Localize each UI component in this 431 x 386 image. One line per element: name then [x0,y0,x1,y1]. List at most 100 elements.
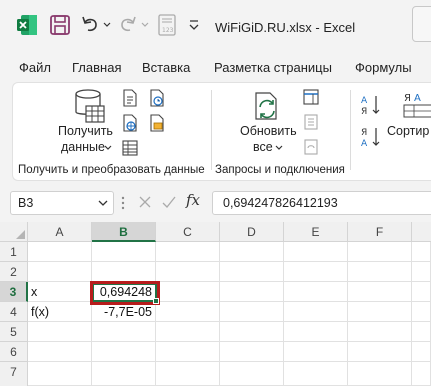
refresh-all-label-2[interactable]: все [253,140,273,154]
empty-cell[interactable] [412,242,431,262]
empty-cell[interactable] [156,362,220,386]
empty-cell[interactable] [412,342,431,362]
tab-home[interactable]: Главная [72,60,121,75]
undo-dropdown-icon[interactable] [103,22,111,28]
row-header-3[interactable]: 3 [0,282,28,302]
customize-toolbar-icon[interactable] [188,20,200,30]
empty-cell[interactable] [348,302,412,322]
column-header-f[interactable]: F [348,222,412,242]
empty-cell[interactable] [348,242,412,262]
worksheet-grid[interactable]: A B C D E F 1 2 3 4 5 6 7 x f(x) 0,69424… [0,222,431,386]
empty-cell[interactable] [348,342,412,362]
empty-cell[interactable] [220,242,284,262]
tab-file[interactable]: Файл [19,60,51,75]
from-web-icon[interactable] [122,114,138,132]
row-header-4[interactable]: 4 [0,302,28,322]
empty-cell[interactable] [92,322,156,342]
search-box[interactable] [412,6,431,42]
empty-cell[interactable] [284,342,348,362]
empty-cell[interactable] [220,282,284,302]
empty-cell[interactable] [28,242,92,262]
formula-input[interactable]: 0,694247826412193 [212,191,431,215]
empty-cell[interactable] [156,342,220,362]
recent-sources-icon[interactable] [149,89,165,107]
get-data-chevron-icon[interactable] [104,145,112,151]
tab-formulas[interactable]: Формулы [355,60,412,75]
row-header-7[interactable]: 7 [0,362,28,386]
undo-icon[interactable] [80,14,100,34]
empty-cell[interactable] [284,282,348,302]
empty-cell[interactable] [220,322,284,342]
refresh-all-icon[interactable] [250,89,284,123]
existing-connections-icon[interactable] [149,114,165,132]
empty-cell[interactable] [92,362,156,386]
empty-cell[interactable] [412,362,431,386]
properties-icon[interactable] [303,114,319,130]
redo-dropdown-icon[interactable] [141,22,149,28]
sort-label[interactable]: Сортир [387,124,429,138]
sort-a-to-z-icon[interactable]: А Я [360,94,382,116]
cancel-entry-icon[interactable] [138,195,152,209]
empty-cell[interactable] [284,362,348,386]
form-icon[interactable]: 123 [158,14,176,36]
sort-z-to-a-icon[interactable]: Я А [360,126,382,148]
empty-cell[interactable] [412,322,431,342]
empty-cell[interactable] [412,282,431,302]
empty-cell[interactable] [348,262,412,282]
empty-cell[interactable] [28,342,92,362]
fill-handle[interactable] [153,298,159,304]
queries-connections-icon[interactable] [303,89,319,105]
empty-cell[interactable] [156,282,220,302]
get-data-label-2[interactable]: данные [61,140,105,154]
empty-cell[interactable] [220,342,284,362]
column-header-c[interactable]: C [156,222,220,242]
database-table-icon[interactable] [72,88,106,124]
column-header-g[interactable] [412,222,431,242]
row-header-1[interactable]: 1 [0,242,28,262]
column-header-b[interactable]: B [92,222,156,242]
tab-insert[interactable]: Вставка [142,60,190,75]
name-box[interactable]: B3 [10,191,114,215]
empty-cell[interactable] [156,322,220,342]
empty-cell[interactable] [156,262,220,282]
empty-cell[interactable] [284,302,348,322]
empty-cell[interactable] [412,262,431,282]
empty-cell[interactable] [156,242,220,262]
column-header-a[interactable]: A [28,222,92,242]
empty-cell[interactable] [92,242,156,262]
row-header-2[interactable]: 2 [0,262,28,282]
empty-cell[interactable] [220,262,284,282]
select-all-corner[interactable] [0,222,28,242]
redo-icon[interactable] [118,14,138,34]
edit-links-icon[interactable] [303,139,319,155]
empty-cell[interactable] [28,262,92,282]
empty-cell[interactable] [284,322,348,342]
name-box-chevron-icon[interactable] [98,199,108,207]
save-icon[interactable] [49,14,71,36]
empty-cell[interactable] [284,242,348,262]
from-text-csv-icon[interactable] [122,89,138,107]
empty-cell[interactable] [28,362,92,386]
get-data-label[interactable]: Получить [58,124,113,138]
empty-cell[interactable] [348,322,412,342]
empty-cell[interactable] [348,282,412,302]
empty-cell[interactable] [156,302,220,322]
confirm-entry-icon[interactable] [161,194,177,210]
empty-cell[interactable] [220,302,284,322]
cell-b4[interactable]: -7,7E-05 [92,302,156,322]
tab-page-layout[interactable]: Разметка страницы [214,60,332,75]
empty-cell[interactable] [92,262,156,282]
empty-cell[interactable] [92,342,156,362]
sort-dialog-icon[interactable]: Я А [400,89,431,119]
empty-cell[interactable] [412,302,431,322]
cell-a3[interactable]: x [28,282,92,302]
cell-a4[interactable]: f(x) [28,302,92,322]
column-header-d[interactable]: D [220,222,284,242]
row-header-6[interactable]: 6 [0,342,28,362]
insert-function-icon[interactable]: fx [186,191,200,209]
refresh-all-label[interactable]: Обновить [240,124,297,138]
formula-bar-grip-icon[interactable] [121,195,125,211]
empty-cell[interactable] [28,322,92,342]
row-header-5[interactable]: 5 [0,322,28,342]
empty-cell[interactable] [220,362,284,386]
